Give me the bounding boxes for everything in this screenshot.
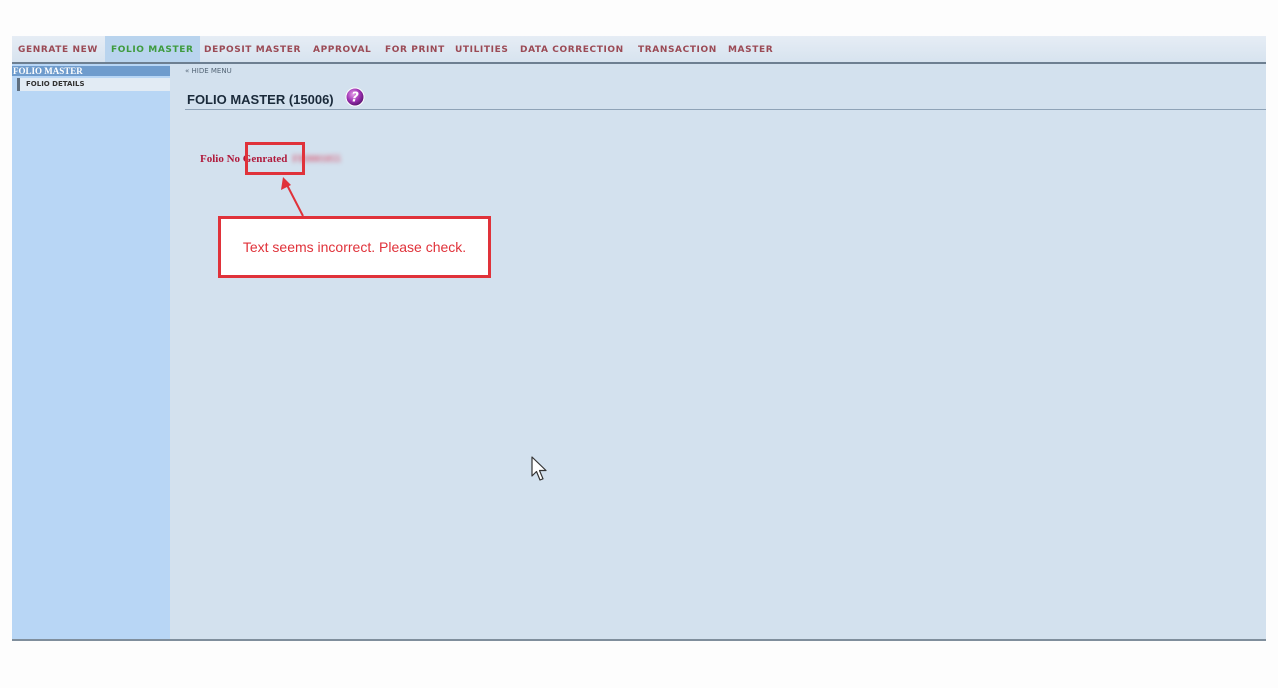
callout-arrow-icon: [281, 177, 304, 217]
annotation-callout: Text seems incorrect. Please check.: [218, 216, 491, 278]
mouse-pointer-icon: [531, 456, 547, 481]
